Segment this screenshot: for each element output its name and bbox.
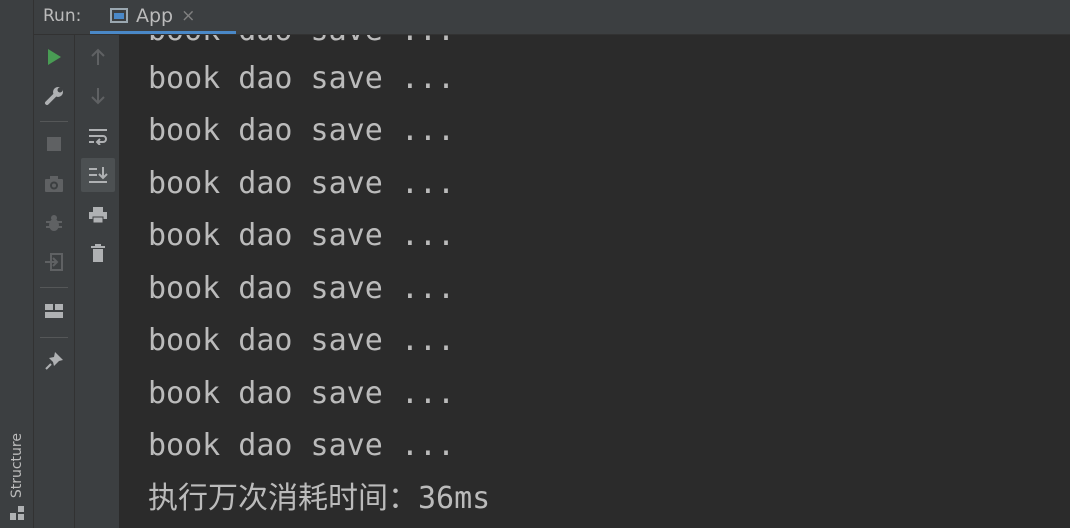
console-result-line: 执行万次消耗时间：36ms — [148, 481, 491, 516]
structure-icon — [9, 506, 24, 520]
console-line: book dao save ... — [148, 376, 456, 411]
console-line: book dao save ... — [148, 166, 456, 201]
console-line: book dao save ... — [148, 271, 456, 306]
console-line: book dao save ... — [148, 218, 456, 253]
dump-threads-button[interactable] — [38, 168, 70, 200]
print-button[interactable] — [82, 199, 114, 231]
close-tab-icon[interactable]: × — [181, 6, 195, 26]
toolbar-separator — [40, 121, 68, 122]
arrow-down-icon — [91, 88, 105, 105]
rerun-button[interactable] — [38, 41, 70, 73]
pin-tab-button[interactable] — [38, 345, 70, 377]
run-icon — [48, 49, 61, 65]
wrench-icon — [45, 87, 63, 105]
arrow-up-icon — [91, 48, 105, 65]
scroll-to-end-button[interactable] — [81, 158, 115, 192]
camera-icon — [45, 176, 63, 192]
edit-configuration-button[interactable] — [38, 80, 70, 112]
debug-button[interactable] — [38, 207, 70, 239]
print-icon — [89, 207, 107, 224]
stop-button[interactable] — [38, 128, 70, 160]
console-line: book dao save ... — [148, 113, 456, 148]
console-line: book dao save ... — [148, 61, 456, 96]
exit-icon — [45, 253, 63, 271]
restore-layout-button[interactable] — [38, 295, 70, 327]
exit-button[interactable] — [38, 246, 70, 278]
previous-occurrence-button[interactable] — [82, 41, 114, 73]
application-window-icon — [110, 8, 128, 23]
structure-tool-tab[interactable]: Structure — [2, 413, 31, 528]
console-line: book dao save ... — [148, 35, 455, 49]
layout-icon — [45, 304, 63, 318]
run-label: Run: — [43, 6, 82, 26]
scroll-to-end-icon — [89, 167, 108, 183]
run-toolbar-secondary — [75, 35, 119, 528]
stop-icon — [47, 137, 61, 151]
toolbar-separator — [40, 337, 68, 338]
tab-app[interactable]: App × — [90, 0, 236, 34]
clear-all-button[interactable] — [82, 237, 114, 269]
left-tool-strip: Structure — [0, 0, 34, 528]
pin-icon — [45, 352, 63, 370]
run-toolbar-primary — [34, 35, 75, 528]
console-line: book dao save ... — [148, 323, 456, 358]
trash-icon — [91, 244, 105, 262]
console-output[interactable]: book dao save ... book dao save ... book… — [119, 35, 1070, 528]
console-line: book dao save ... — [148, 428, 456, 463]
structure-tab-label: Structure — [8, 432, 25, 498]
soft-wrap-icon — [89, 129, 107, 145]
run-tool-header: Run: App × — [34, 0, 1070, 35]
toolbar-separator — [40, 287, 68, 288]
next-occurrence-button[interactable] — [82, 80, 114, 112]
soft-wrap-button[interactable] — [82, 120, 114, 152]
tab-app-label: App — [136, 4, 174, 27]
debug-bug-icon — [46, 215, 62, 231]
